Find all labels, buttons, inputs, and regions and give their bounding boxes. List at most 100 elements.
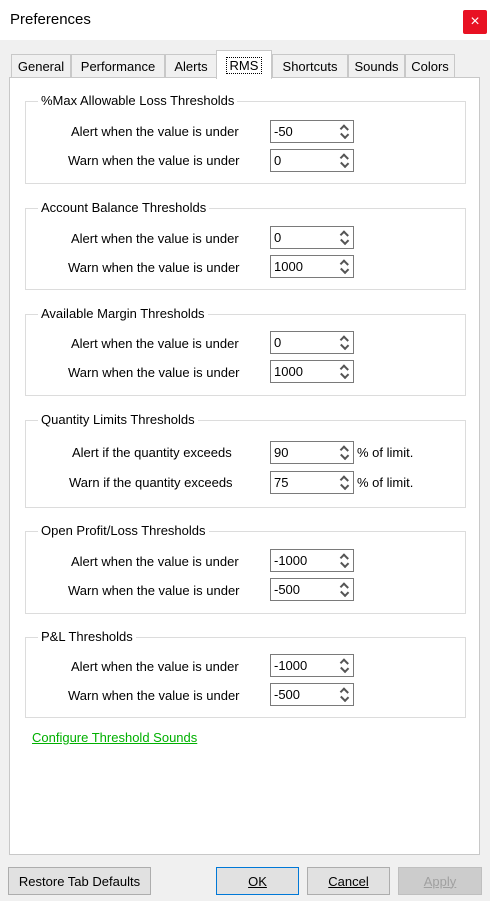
warn-label: Warn if the quantity exceeds — [69, 475, 233, 490]
window-title: Preferences — [10, 11, 91, 28]
cancel-button[interactable]: Cancel — [307, 867, 390, 895]
available-margin-alert-spinner[interactable]: 0 — [270, 331, 354, 354]
alert-label: Alert when the value is under — [71, 231, 239, 246]
open-pl-alert-spinner[interactable]: -1000 — [270, 549, 354, 572]
tab-rms[interactable]: RMS — [216, 50, 272, 79]
tab-label: Performance — [80, 59, 156, 74]
button-label: Apply — [423, 873, 457, 889]
account-balance-group: Account Balance Thresholds Alert when th… — [25, 200, 466, 290]
spinner-arrows[interactable] — [338, 152, 350, 169]
group-title: %Max Allowable Loss Thresholds — [38, 93, 238, 108]
ok-button[interactable]: OK — [216, 867, 299, 895]
chevron-down-icon[interactable] — [339, 369, 349, 379]
spinner-value: -1000 — [274, 553, 308, 568]
close-icon: × — [470, 13, 480, 30]
spinner-arrows[interactable] — [338, 474, 350, 491]
chevron-down-icon[interactable] — [339, 340, 349, 350]
tab-label: Colors — [411, 59, 449, 74]
tab-shortcuts[interactable]: Shortcuts — [272, 54, 348, 78]
spinner-value: 0 — [274, 230, 282, 245]
chevron-down-icon[interactable] — [339, 558, 349, 568]
warn-label: Warn when the value is under — [68, 365, 240, 380]
chevron-down-icon[interactable] — [339, 587, 349, 597]
spinner-value: 0 — [274, 153, 282, 168]
button-label: OK — [248, 873, 267, 889]
spinner-arrows[interactable] — [338, 334, 350, 351]
chevron-down-icon[interactable] — [339, 235, 349, 245]
spinner-value: 1000 — [274, 259, 303, 274]
max-loss-group: %Max Allowable Loss Thresholds Alert whe… — [25, 93, 466, 184]
tab-strip: General Performance Alerts RMS Shortcuts… — [11, 50, 481, 79]
spinner-arrows[interactable] — [338, 258, 350, 275]
tab-performance[interactable]: Performance — [71, 54, 165, 78]
warn-label: Warn when the value is under — [68, 688, 240, 703]
tab-label: Sounds — [354, 59, 399, 74]
group-title: Account Balance Thresholds — [38, 200, 210, 215]
rms-tab-panel: %Max Allowable Loss Thresholds Alert whe… — [9, 77, 480, 855]
account-balance-warn-spinner[interactable]: 1000 — [270, 255, 354, 278]
spinner-arrows[interactable] — [338, 229, 350, 246]
group-title: Quantity Limits Thresholds — [38, 412, 198, 427]
available-margin-group: Available Margin Thresholds Alert when t… — [25, 306, 466, 396]
spinner-value: -500 — [274, 582, 301, 597]
chevron-down-icon[interactable] — [339, 158, 349, 168]
unit-label: % of limit. — [357, 475, 414, 490]
restore-tab-defaults-button[interactable]: Restore Tab Defaults — [8, 867, 151, 895]
tab-label: RMS — [225, 56, 263, 74]
tab-general[interactable]: General — [11, 54, 71, 78]
button-label: Cancel — [328, 873, 369, 889]
button-label: Restore Tab Defaults — [18, 873, 141, 889]
tab-colors[interactable]: Colors — [405, 54, 455, 78]
available-margin-warn-spinner[interactable]: 1000 — [270, 360, 354, 383]
alert-label: Alert when the value is under — [71, 554, 239, 569]
spinner-value: -1000 — [274, 658, 308, 673]
quantity-limits-group: Quantity Limits Thresholds Alert if the … — [25, 412, 466, 508]
spinner-value: -50 — [274, 124, 293, 139]
spinner-arrows[interactable] — [338, 581, 350, 598]
group-title: P&L Thresholds — [38, 629, 136, 644]
chevron-down-icon[interactable] — [339, 692, 349, 702]
group-title: Available Margin Thresholds — [38, 306, 208, 321]
pl-alert-spinner[interactable]: -1000 — [270, 654, 354, 677]
warn-label: Warn when the value is under — [68, 260, 240, 275]
quantity-alert-spinner[interactable]: 90 — [270, 441, 354, 464]
apply-button[interactable]: Apply — [398, 867, 482, 895]
max-loss-alert-spinner[interactable]: -50 — [270, 120, 354, 143]
close-button[interactable]: × — [463, 10, 487, 34]
chevron-down-icon[interactable] — [339, 450, 349, 460]
pl-warn-spinner[interactable]: -500 — [270, 683, 354, 706]
chevron-down-icon[interactable] — [339, 264, 349, 274]
chevron-down-icon[interactable] — [339, 663, 349, 673]
tab-label: General — [17, 59, 65, 74]
spinner-arrows[interactable] — [338, 552, 350, 569]
spinner-arrows[interactable] — [338, 657, 350, 674]
warn-label: Warn when the value is under — [68, 153, 240, 168]
pl-group: P&L Thresholds Alert when the value is u… — [25, 629, 466, 718]
spinner-value: 0 — [274, 335, 282, 350]
alert-label: Alert when the value is under — [71, 336, 239, 351]
unit-label: % of limit. — [357, 445, 414, 460]
warn-label: Warn when the value is under — [68, 583, 240, 598]
spinner-arrows[interactable] — [338, 444, 350, 461]
tab-label: Shortcuts — [282, 59, 338, 74]
tab-alerts[interactable]: Alerts — [165, 54, 217, 78]
configure-threshold-sounds-link[interactable]: Configure Threshold Sounds — [32, 730, 197, 745]
spinner-value: 75 — [274, 475, 289, 490]
alert-label: Alert if the quantity exceeds — [72, 445, 232, 460]
open-pl-group: Open Profit/Loss Thresholds Alert when t… — [25, 523, 466, 614]
account-balance-alert-spinner[interactable]: 0 — [270, 226, 354, 249]
alert-label: Alert when the value is under — [71, 659, 239, 674]
spinner-arrows[interactable] — [338, 363, 350, 380]
group-title: Open Profit/Loss Thresholds — [38, 523, 209, 538]
quantity-warn-spinner[interactable]: 75 — [270, 471, 354, 494]
title-bar: Preferences × — [0, 0, 490, 40]
chevron-down-icon[interactable] — [339, 480, 349, 490]
spinner-value: 1000 — [274, 364, 303, 379]
open-pl-warn-spinner[interactable]: -500 — [270, 578, 354, 601]
chevron-down-icon[interactable] — [339, 129, 349, 139]
tab-label: Alerts — [174, 59, 208, 74]
max-loss-warn-spinner[interactable]: 0 — [270, 149, 354, 172]
spinner-arrows[interactable] — [338, 686, 350, 703]
spinner-arrows[interactable] — [338, 123, 350, 140]
tab-sounds[interactable]: Sounds — [348, 54, 405, 78]
